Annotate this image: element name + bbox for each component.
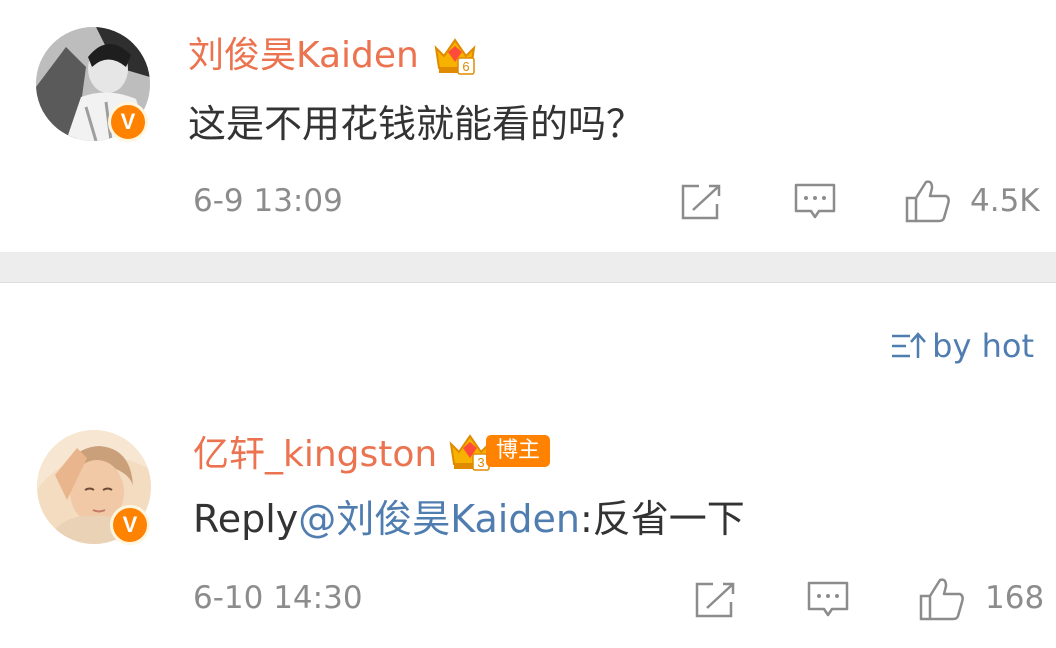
host-badge: 博主 bbox=[486, 435, 551, 467]
mention-link[interactable]: @刘俊昊Kaiden bbox=[298, 497, 580, 541]
comment-icon[interactable] bbox=[806, 580, 850, 620]
like-icon[interactable] bbox=[904, 178, 952, 224]
svg-text:3: 3 bbox=[477, 455, 484, 470]
sort-label: by hot bbox=[932, 327, 1034, 365]
like-count: 4.5K bbox=[970, 183, 1040, 219]
reply-username[interactable]: 亿轩_kingston bbox=[193, 437, 437, 473]
reply-timestamp: 6-10 14:30 bbox=[193, 580, 363, 616]
comment-text: 这是不用花钱就能看的吗？ bbox=[188, 102, 645, 146]
share-icon[interactable] bbox=[693, 580, 737, 620]
section-divider bbox=[0, 252, 1056, 283]
like-count: 168 bbox=[985, 580, 1045, 616]
sort-icon bbox=[892, 332, 927, 358]
crown-level-6-icon: 6 bbox=[434, 38, 476, 75]
reply-prefix: Reply bbox=[193, 497, 299, 541]
sort-by-hot-button[interactable]: by hot bbox=[890, 330, 1034, 362]
reply-body: :反省一下 bbox=[579, 497, 745, 541]
svg-text:6: 6 bbox=[462, 59, 469, 74]
comment-username[interactable]: 刘俊昊Kaiden bbox=[188, 38, 419, 74]
share-icon[interactable] bbox=[679, 182, 723, 222]
verified-badge: V bbox=[110, 505, 150, 545]
comment-icon[interactable] bbox=[793, 182, 837, 222]
comment-timestamp: 6-9 13:09 bbox=[193, 183, 343, 219]
reply-text: Reply@刘俊昊Kaiden:反省一下 bbox=[193, 500, 745, 538]
verified-badge: V bbox=[108, 102, 148, 142]
like-icon[interactable] bbox=[918, 576, 966, 622]
